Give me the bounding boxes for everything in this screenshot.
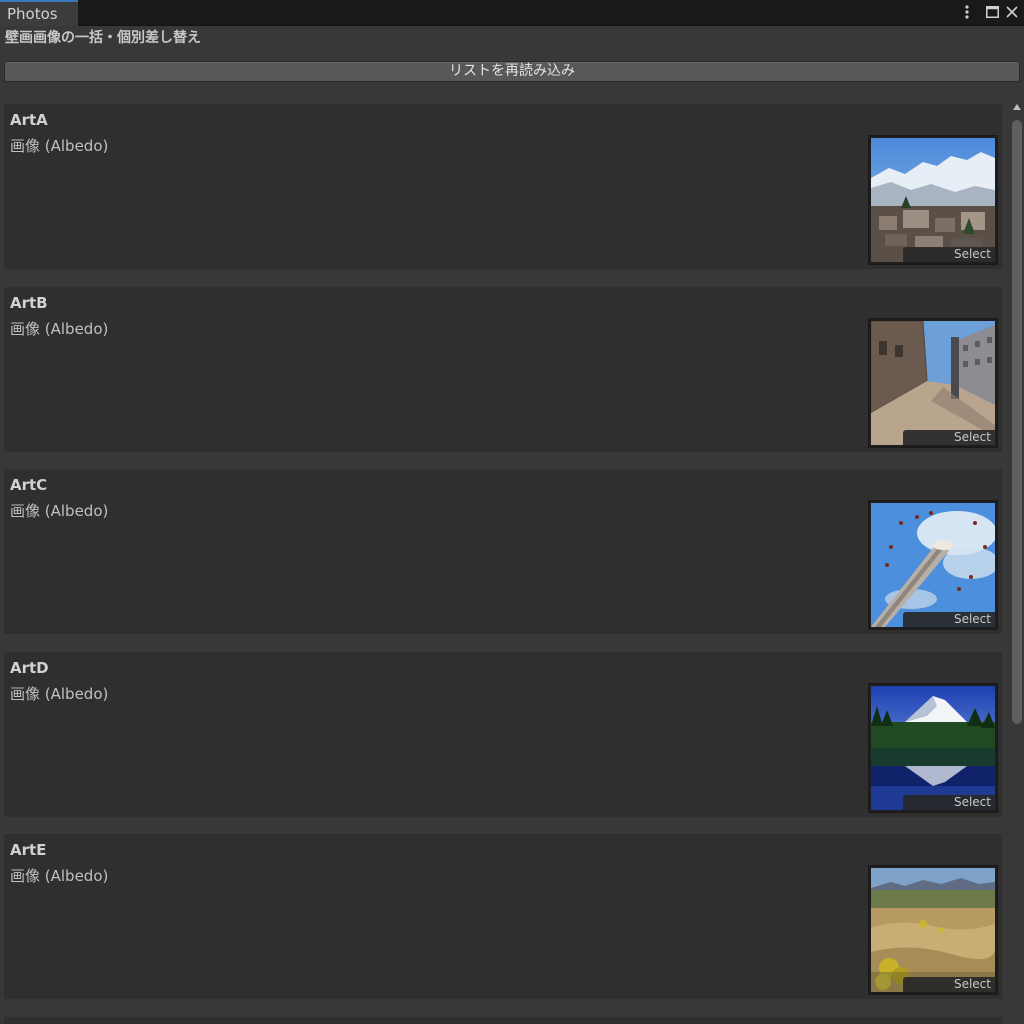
list-item: ArtA 画像 (Albedo) Select — [4, 104, 1002, 269]
item-name: ArtD — [10, 659, 49, 677]
list-item: ArtB 画像 (Albedo) Select — [4, 287, 1002, 452]
select-button[interactable]: Select — [903, 795, 995, 810]
item-name: ArtB — [10, 294, 48, 312]
list-item: ArtC 画像 (Albedo) Select — [4, 469, 1002, 634]
scroll-up-arrow-icon[interactable] — [1013, 104, 1021, 110]
tab-photos[interactable]: Photos — [0, 0, 78, 26]
albedo-texture-slot[interactable]: Select — [868, 318, 998, 448]
select-button[interactable]: Select — [903, 977, 995, 992]
scrollbar-thumb[interactable] — [1012, 120, 1022, 724]
vertical-scrollbar[interactable] — [1010, 100, 1024, 1024]
wildflower-meadow-thumbnail — [871, 868, 995, 992]
albedo-texture-slot[interactable]: Select — [868, 865, 998, 995]
item-name: ArtC — [10, 476, 48, 494]
select-button[interactable]: Select — [903, 247, 995, 262]
albedo-field-label: 画像 (Albedo) — [10, 320, 109, 338]
select-button[interactable]: Select — [903, 430, 995, 445]
swing-ride-tower-thumbnail — [871, 503, 995, 627]
art-list: ArtA 画像 (Albedo) Select ArtB 画像 (Albedo)… — [0, 95, 1010, 1024]
list-item: ArtD 画像 (Albedo) Select — [4, 652, 1002, 817]
list-item: ArtE 画像 (Albedo) Select — [4, 834, 1002, 999]
albedo-field-label: 画像 (Albedo) — [10, 502, 109, 520]
albedo-field-label: 画像 (Albedo) — [10, 867, 109, 885]
albedo-field-label: 画像 (Albedo) — [10, 685, 109, 703]
kebab-menu-icon[interactable] — [958, 3, 976, 21]
tab-bar: Photos — [0, 0, 1024, 26]
item-name: ArtA — [10, 111, 48, 129]
select-button[interactable]: Select — [903, 612, 995, 627]
albedo-field-label: 画像 (Albedo) — [10, 137, 109, 155]
albedo-texture-slot[interactable]: Select — [868, 683, 998, 813]
albedo-texture-slot[interactable]: Select — [868, 135, 998, 265]
list-item-partial — [4, 1017, 1002, 1024]
stone-street-courtyard-thumbnail — [871, 321, 995, 445]
albedo-texture-slot[interactable]: Select — [868, 500, 998, 630]
item-name: ArtE — [10, 841, 47, 859]
snowy-mountain-village-thumbnail — [871, 138, 995, 262]
maximize-icon[interactable] — [983, 3, 1001, 21]
reload-list-button[interactable]: リストを再読み込み — [4, 61, 1020, 82]
photos-window: Photos 壁画画像の一括・個別差し替え リストを再読み込み ArtA 画像 … — [0, 0, 1024, 1024]
page-title: 壁画画像の一括・個別差し替え — [5, 30, 201, 46]
close-icon[interactable] — [1003, 3, 1021, 21]
mountain-lake-reflection-thumbnail — [871, 686, 995, 810]
